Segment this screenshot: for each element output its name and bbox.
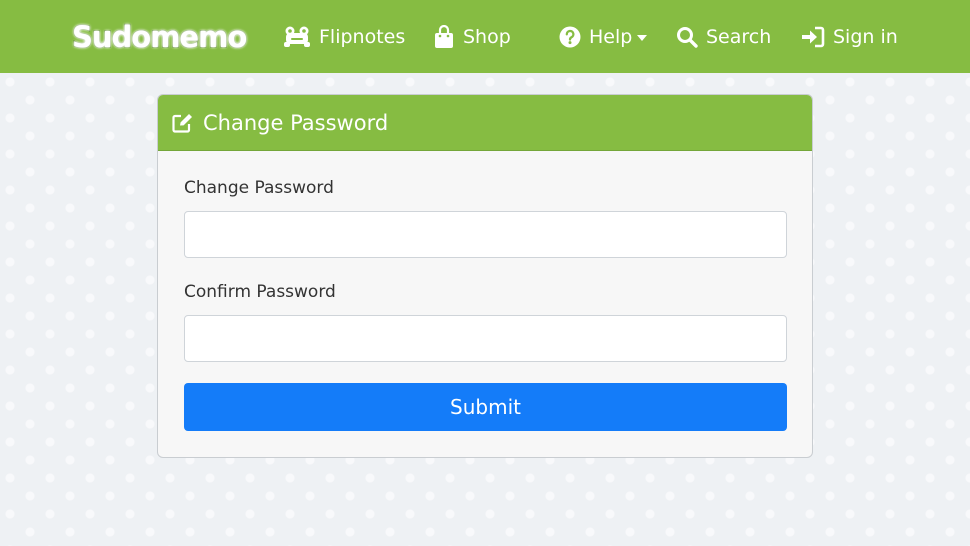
chevron-down-icon: [637, 34, 648, 41]
change-password-input[interactable]: [184, 211, 787, 258]
search-icon: [676, 26, 698, 48]
top-navbar: Sudomemo Flipnotes Shop Help Search Sign…: [0, 0, 970, 73]
confirm-password-input[interactable]: [184, 315, 787, 362]
nav-search-label: Search: [706, 25, 772, 48]
card-title: Change Password: [203, 110, 389, 135]
change-password-card: Change Password Change Password Confirm …: [157, 94, 813, 458]
question-circle-icon: [559, 26, 581, 48]
nav-flipnotes-label: Flipnotes: [319, 25, 406, 48]
sign-in-icon: [801, 26, 825, 48]
frog-icon: [283, 25, 311, 49]
shopping-bag-icon: [433, 24, 455, 49]
edit-icon: [172, 113, 194, 133]
brand-logo-text: Sudomemo: [71, 19, 248, 55]
nav-sign-in[interactable]: Sign in: [801, 0, 898, 73]
confirm-password-label: Confirm Password: [184, 282, 336, 302]
submit-button[interactable]: Submit: [184, 383, 787, 431]
brand-logo[interactable]: Sudomemo: [68, 18, 250, 56]
nav-shop-label: Shop: [463, 25, 511, 48]
nav-sign-in-label: Sign in: [833, 25, 898, 48]
change-password-label: Change Password: [184, 178, 334, 198]
card-header: Change Password: [158, 95, 812, 151]
nav-search[interactable]: Search: [676, 0, 771, 73]
nav-shop[interactable]: Shop: [433, 0, 511, 73]
nav-help-dropdown[interactable]: Help: [559, 0, 648, 73]
nav-flipnotes[interactable]: Flipnotes: [283, 0, 405, 73]
nav-help-label: Help: [589, 25, 633, 48]
